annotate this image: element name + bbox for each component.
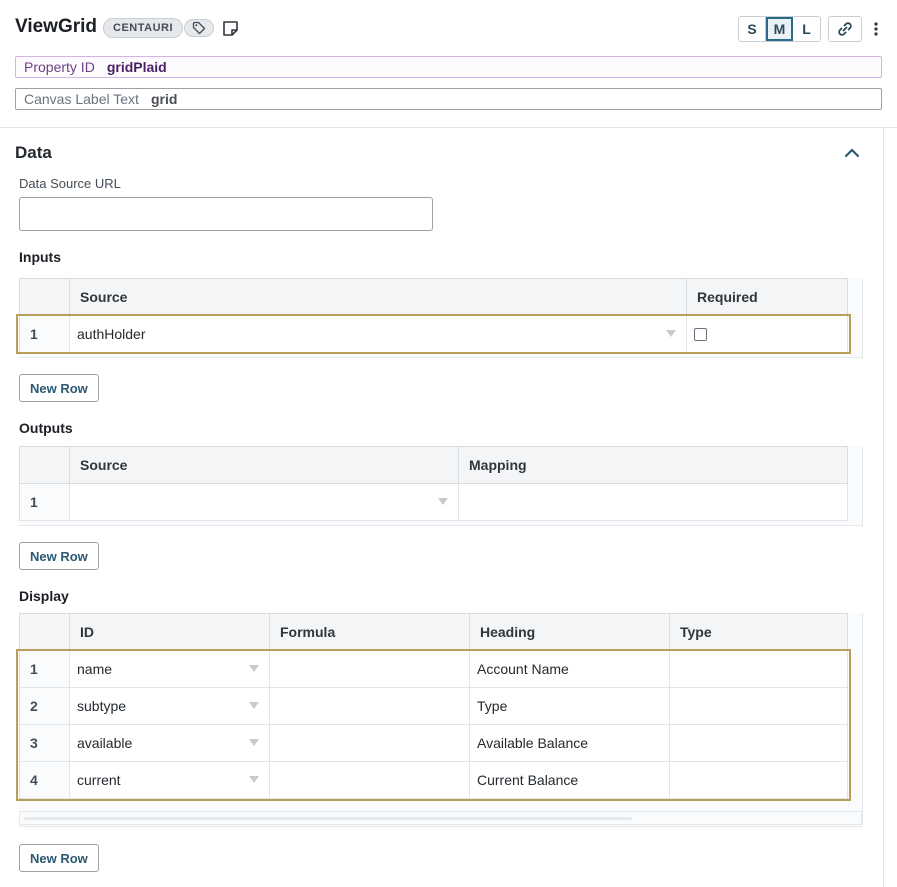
tag-button[interactable] bbox=[184, 19, 214, 37]
display-id-value: current bbox=[77, 772, 121, 788]
display-id-value: name bbox=[77, 661, 113, 677]
inputs-source-value: authHolder bbox=[77, 326, 146, 342]
table-row: 3 available Available Balance bbox=[20, 725, 848, 762]
outputs-header-corner bbox=[20, 447, 70, 483]
display-id-cell[interactable]: available bbox=[70, 725, 270, 761]
dropdown-arrow-icon[interactable] bbox=[249, 739, 259, 746]
size-l-button[interactable]: L bbox=[793, 17, 820, 41]
note-icon bbox=[222, 20, 238, 36]
outputs-mapping-cell[interactable] bbox=[459, 484, 848, 520]
row-number: 1 bbox=[20, 484, 70, 520]
component-title: ViewGrid bbox=[15, 16, 98, 37]
dropdown-arrow-icon[interactable] bbox=[249, 776, 259, 783]
property-id-field[interactable]: Property ID gridPlaid bbox=[15, 56, 882, 78]
display-header-heading[interactable]: Heading bbox=[470, 614, 670, 650]
outputs-header-row: Source Mapping bbox=[20, 447, 848, 484]
tag-icon bbox=[192, 21, 206, 35]
display-header-row: ID Formula Heading Type bbox=[20, 614, 848, 651]
outputs-header-source[interactable]: Source bbox=[70, 447, 459, 483]
canvas-label-field[interactable]: Canvas Label Text grid bbox=[15, 88, 882, 110]
required-checkbox[interactable] bbox=[694, 327, 707, 341]
outputs-header-mapping[interactable]: Mapping bbox=[459, 447, 848, 483]
display-id-cell[interactable]: subtype bbox=[70, 688, 270, 724]
data-source-url-input[interactable] bbox=[19, 197, 433, 231]
display-header-id[interactable]: ID bbox=[70, 614, 270, 650]
display-id-cell[interactable]: name bbox=[70, 651, 270, 687]
display-type-cell[interactable] bbox=[670, 725, 848, 761]
dropdown-arrow-icon[interactable] bbox=[249, 665, 259, 672]
canvas-label-label: Canvas Label Text bbox=[24, 91, 139, 107]
inputs-title: Inputs bbox=[19, 249, 61, 265]
display-type-cell[interactable] bbox=[670, 651, 848, 687]
display-heading-cell[interactable]: Type bbox=[470, 688, 670, 724]
kebab-menu-icon bbox=[874, 22, 878, 36]
display-type-cell[interactable] bbox=[670, 688, 848, 724]
component-header: ViewGrid CENTAURI S M L Property ID grid… bbox=[0, 0, 897, 128]
display-header-type[interactable]: Type bbox=[670, 614, 848, 650]
display-new-row-button[interactable]: New Row bbox=[19, 844, 99, 872]
display-formula-cell[interactable] bbox=[270, 688, 470, 724]
table-row: 4 current Current Balance bbox=[20, 762, 848, 799]
table-row: 1 name Account Name bbox=[20, 651, 848, 688]
inputs-header-required[interactable]: Required bbox=[687, 279, 848, 315]
display-header-corner bbox=[20, 614, 70, 650]
display-id-value: subtype bbox=[77, 698, 127, 714]
display-type-cell[interactable] bbox=[670, 762, 848, 798]
table-row: 2 subtype Type bbox=[20, 688, 848, 725]
inputs-required-cell bbox=[687, 316, 848, 352]
inputs-source-cell[interactable]: authHolder bbox=[70, 316, 687, 352]
data-section-title: Data bbox=[15, 143, 52, 162]
canvas-label-value: grid bbox=[150, 91, 178, 107]
size-m-button[interactable]: M bbox=[766, 17, 793, 41]
outputs-title: Outputs bbox=[19, 420, 73, 436]
display-formula-cell[interactable] bbox=[270, 725, 470, 761]
size-toggle-group: S M L bbox=[738, 16, 821, 42]
scrollbar-thumb[interactable] bbox=[24, 817, 632, 820]
dropdown-arrow-icon[interactable] bbox=[438, 498, 448, 505]
dropdown-arrow-icon[interactable] bbox=[666, 330, 676, 337]
size-s-button[interactable]: S bbox=[739, 17, 766, 41]
property-id-label: Property ID bbox=[24, 59, 95, 75]
row-number: 3 bbox=[20, 725, 70, 761]
display-formula-cell[interactable] bbox=[270, 762, 470, 798]
data-panel: Data Data Source URL Inputs Source Requi… bbox=[0, 128, 884, 887]
row-number: 4 bbox=[20, 762, 70, 798]
outputs-grid: Source Mapping 1 bbox=[19, 446, 848, 521]
display-horizontal-scrollbar[interactable] bbox=[19, 811, 862, 825]
inputs-header-corner bbox=[20, 279, 70, 315]
chevron-up-icon[interactable] bbox=[843, 144, 861, 162]
table-row: 1 bbox=[20, 484, 848, 521]
inputs-new-row-button[interactable]: New Row bbox=[19, 374, 99, 402]
property-id-value: gridPlaid bbox=[106, 59, 167, 75]
display-heading-cell[interactable]: Current Balance bbox=[470, 762, 670, 798]
table-row: 1 authHolder bbox=[20, 316, 848, 353]
dropdown-arrow-icon[interactable] bbox=[249, 702, 259, 709]
display-id-cell[interactable]: current bbox=[70, 762, 270, 798]
display-heading-cell[interactable]: Account Name bbox=[470, 651, 670, 687]
link-icon bbox=[838, 22, 852, 36]
component-badge: CENTAURI bbox=[103, 18, 184, 38]
display-header-formula[interactable]: Formula bbox=[270, 614, 470, 650]
inputs-header-source[interactable]: Source bbox=[70, 279, 687, 315]
row-number: 1 bbox=[20, 651, 70, 687]
display-heading-cell[interactable]: Available Balance bbox=[470, 725, 670, 761]
more-options-button[interactable] bbox=[868, 17, 884, 41]
row-number: 2 bbox=[20, 688, 70, 724]
display-formula-cell[interactable] bbox=[270, 651, 470, 687]
link-button[interactable] bbox=[828, 16, 862, 42]
data-source-url-label: Data Source URL bbox=[19, 176, 121, 191]
inputs-grid: Source Required 1 authHolder bbox=[19, 278, 848, 354]
inputs-header-row: Source Required bbox=[20, 279, 848, 316]
display-title: Display bbox=[19, 588, 69, 604]
display-grid: ID Formula Heading Type 1 name Account N… bbox=[19, 613, 848, 800]
note-button[interactable] bbox=[220, 18, 240, 38]
outputs-source-cell[interactable] bbox=[70, 484, 459, 520]
row-number: 1 bbox=[20, 316, 70, 352]
display-id-value: available bbox=[77, 735, 133, 751]
outputs-new-row-button[interactable]: New Row bbox=[19, 542, 99, 570]
